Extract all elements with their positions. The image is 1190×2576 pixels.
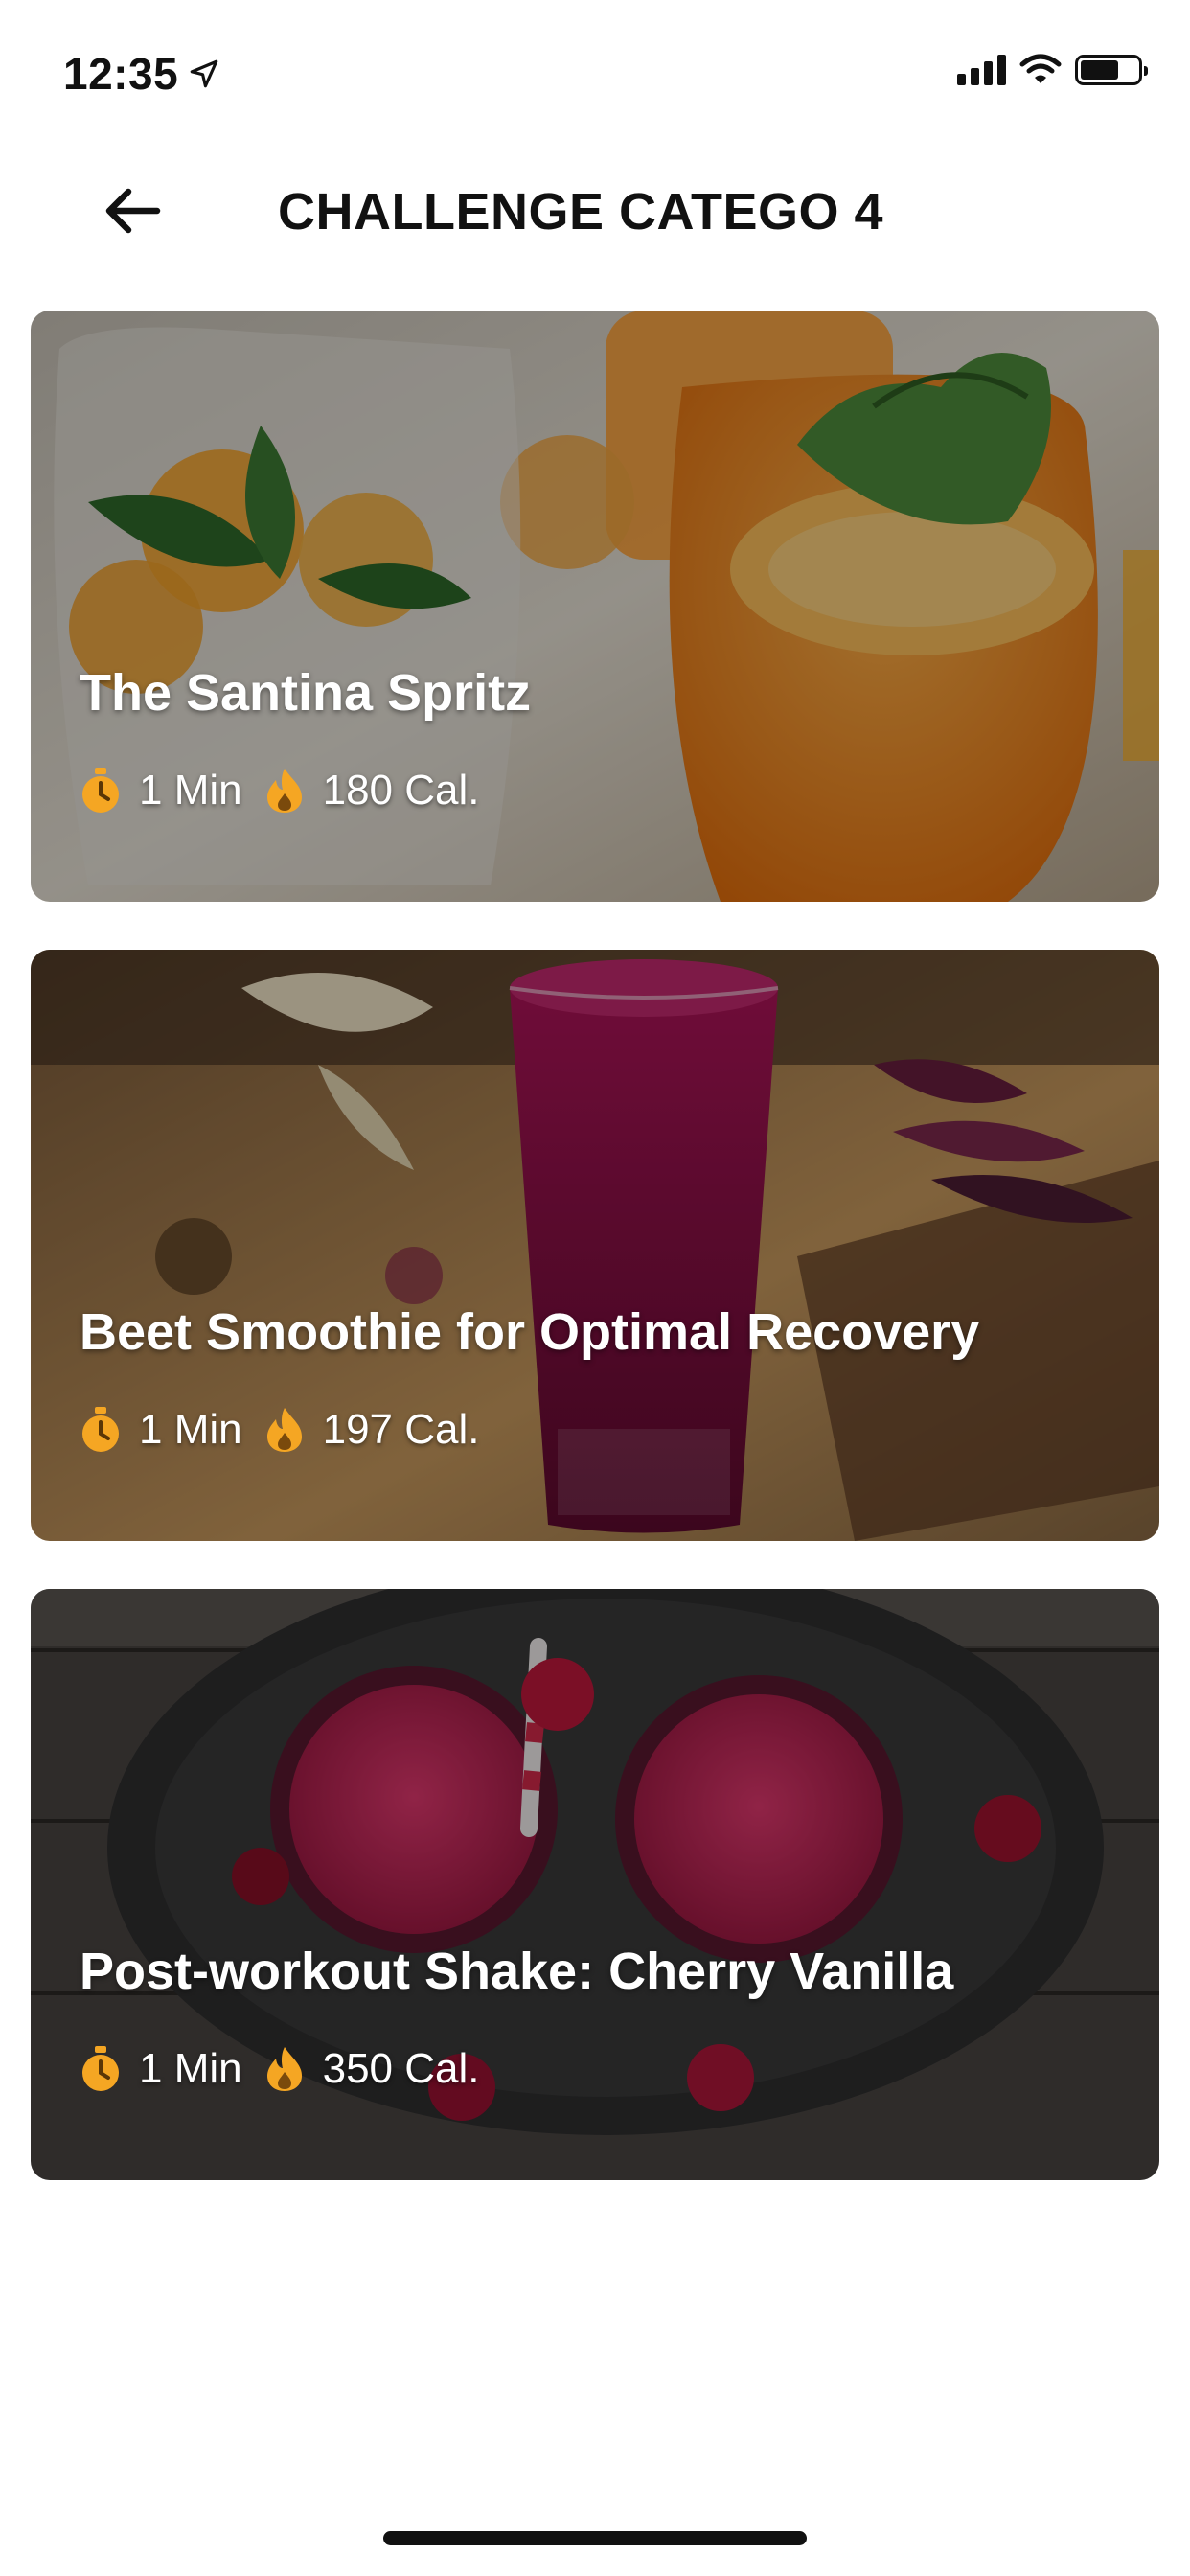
page-title: CHALLENGE CATEGO 4 xyxy=(278,183,884,241)
recipe-title: The Santina Spritz xyxy=(80,664,532,722)
recipe-calories: 197 Cal. xyxy=(322,1406,480,1453)
stopwatch-icon xyxy=(82,1407,119,1452)
status-time: 12:35 xyxy=(63,49,179,99)
status-time-group: 12:35 xyxy=(63,48,220,100)
recipe-calories: 350 Cal. xyxy=(322,2045,480,2092)
wifi-icon xyxy=(1019,54,1062,83)
flame-icon xyxy=(266,2047,302,2091)
stopwatch-icon xyxy=(82,2046,119,2091)
recipe-card[interactable]: Post-workout Shake: Cherry Vanilla 1 Min… xyxy=(31,1589,1159,2180)
recipe-duration: 1 Min xyxy=(139,2045,242,2092)
recipe-list: The Santina Spritz 1 Min 180 Cal. Beet S… xyxy=(31,310,1159,2228)
battery-icon xyxy=(1075,55,1148,85)
recipe-meta: 1 Min 180 Cal. xyxy=(80,767,479,815)
recipe-meta: 1 Min 197 Cal. xyxy=(80,1406,479,1454)
recipe-card[interactable]: Beet Smoothie for Optimal Recovery 1 Min… xyxy=(31,950,1159,1541)
location-arrow-icon xyxy=(190,59,218,88)
home-indicator[interactable] xyxy=(383,2531,807,2545)
flame-icon xyxy=(266,769,302,813)
recipe-duration: 1 Min xyxy=(139,767,242,814)
stopwatch-icon xyxy=(82,768,119,813)
header: CHALLENGE CATEGO 4 xyxy=(0,153,1190,268)
recipe-meta: 1 Min 350 Cal. xyxy=(80,2045,479,2093)
recipe-title: Beet Smoothie for Optimal Recovery xyxy=(80,1303,980,1361)
cellular-signal-icon xyxy=(957,55,1006,85)
back-button[interactable] xyxy=(100,180,167,242)
arrow-left-icon xyxy=(105,188,161,234)
flame-icon xyxy=(266,1408,302,1452)
status-bar: 12:35 xyxy=(0,0,1190,144)
recipe-duration: 1 Min xyxy=(139,1406,242,1453)
recipe-card[interactable]: The Santina Spritz 1 Min 180 Cal. xyxy=(31,310,1159,902)
status-indicators xyxy=(957,54,1148,86)
recipe-title: Post-workout Shake: Cherry Vanilla xyxy=(80,1943,954,2000)
recipe-calories: 180 Cal. xyxy=(322,767,480,814)
